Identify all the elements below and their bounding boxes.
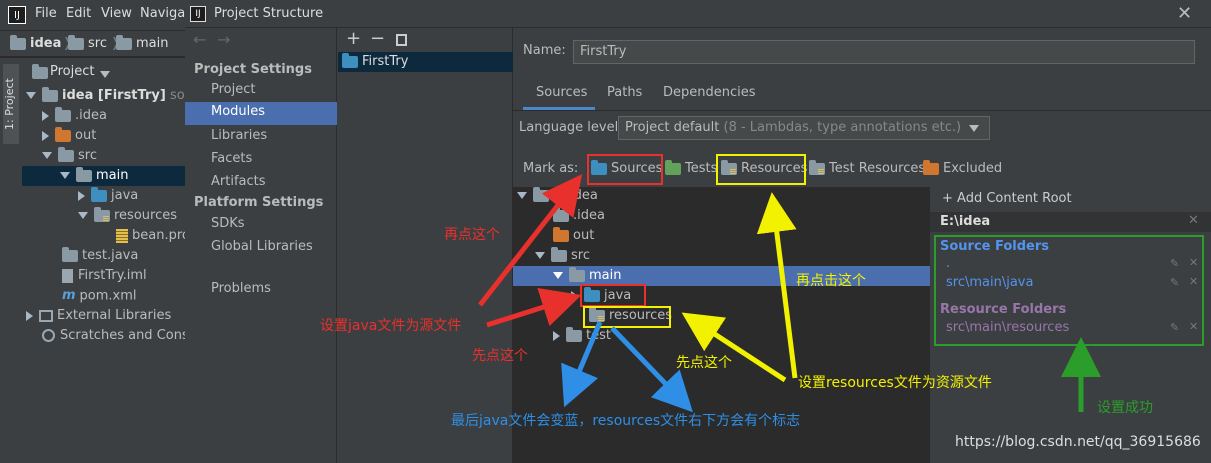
annotation-success: 设置成功 (1097, 400, 1153, 416)
annotation-set-resources: 设置resources文件为资源文件 (798, 375, 992, 391)
annotation-click-first-red: 先点这个 (472, 348, 528, 364)
annotation-finally-blue: 最后java文件会变蓝，resources文件右下方会有个标志 (451, 413, 801, 429)
arrow-blue-to-resources (610, 326, 693, 413)
annotation-set-java-source: 设置java文件为源文件 (320, 318, 462, 334)
annotation-click-first-yellow: 先点这个 (676, 355, 732, 371)
annotation-arrows (478, 174, 1101, 413)
arrow-blue-to-java (561, 321, 603, 408)
arrow-yellow-to-resources-btn (756, 192, 798, 379)
annotation-click-again: 再点这个 (444, 227, 500, 243)
arrow-red-to-java (486, 288, 582, 328)
annotation-click-again-2: 再点击这个 (796, 273, 866, 289)
watermark: https://blog.csdn.net/qq_36915686 (955, 434, 1201, 450)
